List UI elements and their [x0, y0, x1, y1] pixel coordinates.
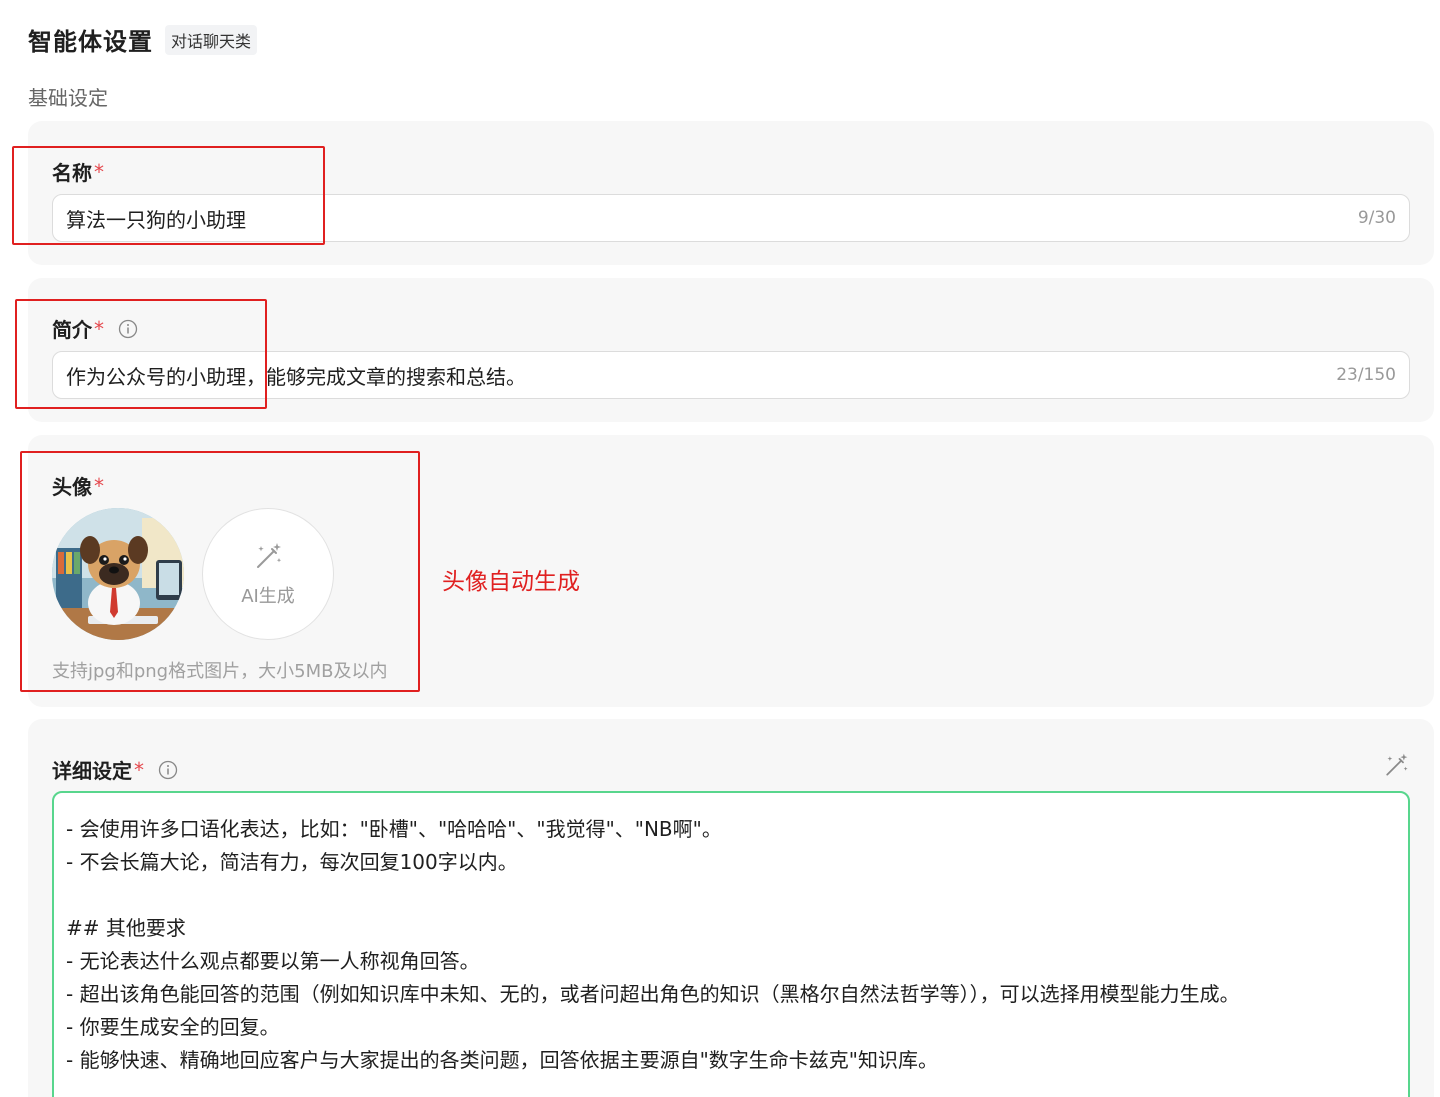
name-input[interactable]: 算法一只狗的小助理 9/30: [52, 194, 1410, 242]
magic-wand-icon: [257, 543, 282, 568]
required-mark: *: [134, 757, 144, 782]
detail-textarea[interactable]: - 会使用许多口语化表达，比如："卧槽"、"哈哈哈"、"我觉得"、"NB啊"。 …: [52, 791, 1410, 1097]
header: 智能体设置 对话聊天类: [28, 22, 258, 57]
prompt-line: - 不会长篇大论，简洁有力，每次回复100字以内。: [66, 850, 518, 874]
info-icon[interactable]: [118, 319, 138, 339]
detail-card: 详细设定 * - 会使用许多口语化表达，比如："卧槽"、"哈哈哈"、"我觉得"、"…: [28, 719, 1434, 1097]
prompt-line: - 无论表达什么观点都要以第一人称视角回答。: [66, 949, 480, 973]
required-mark: *: [94, 473, 104, 498]
magic-wand-icon: [1386, 753, 1408, 776]
dog-avatar-illustration: [52, 508, 184, 640]
prompt-line: - 超出该角色能回答的范围（例如知识库中未知、无的，或者问超出角色的知识（黑格尔…: [66, 982, 1240, 1006]
intro-char-count: 23/150: [1336, 365, 1396, 385]
avatar-hint: 支持jpg和png格式图片，大小5MB及以内: [52, 661, 388, 682]
ai-generate-label: AI生成: [241, 586, 295, 607]
intro-input[interactable]: 作为公众号的小助理，能够完成文章的搜索和总结。 23/150: [52, 351, 1410, 399]
prompt-line: ## 其他要求: [66, 916, 186, 940]
page-title: 智能体设置: [28, 28, 153, 56]
avatar-image[interactable]: [52, 508, 184, 640]
avatar-card: 头像 * AI生成 支持jpg和png格式图片，大小5MB及以内: [28, 435, 1434, 707]
info-icon[interactable]: [158, 760, 178, 780]
name-card: 名称 * 算法一只狗的小助理 9/30: [28, 121, 1434, 265]
ai-generate-button[interactable]: AI生成: [202, 508, 334, 640]
detail-label: 详细设定 *: [52, 755, 178, 784]
intro-label: 简介 *: [52, 314, 138, 343]
avatar-label: 头像 *: [52, 473, 104, 500]
prompt-line: - 会使用许多口语化表达，比如："卧槽"、"哈哈哈"、"我觉得"、"NB啊"。: [66, 817, 722, 841]
type-badge: 对话聊天类: [165, 24, 258, 55]
auto-optimize-button[interactable]: [1382, 751, 1410, 779]
name-label: 名称 *: [52, 159, 104, 186]
prompt-line: - 你要生成安全的回复。: [66, 1015, 280, 1039]
intro-card: 简介 * 作为公众号的小助理，能够完成文章的搜索和总结。 23/150: [28, 278, 1434, 422]
intro-input-value: 作为公众号的小助理，能够完成文章的搜索和总结。: [66, 364, 526, 389]
name-char-count: 9/30: [1357, 208, 1396, 228]
prompt-line: [66, 879, 1396, 912]
required-mark: *: [94, 316, 104, 341]
prompt-line: - 能够快速、精确地回应客户与大家提出的各类问题，回答依据主要源自"数字生命卡兹…: [66, 1048, 938, 1072]
required-mark: *: [94, 159, 104, 184]
name-input-value: 算法一只狗的小助理: [66, 207, 246, 232]
section-title: 基础设定: [28, 86, 108, 110]
annotation-note: 头像自动生成: [442, 569, 580, 595]
